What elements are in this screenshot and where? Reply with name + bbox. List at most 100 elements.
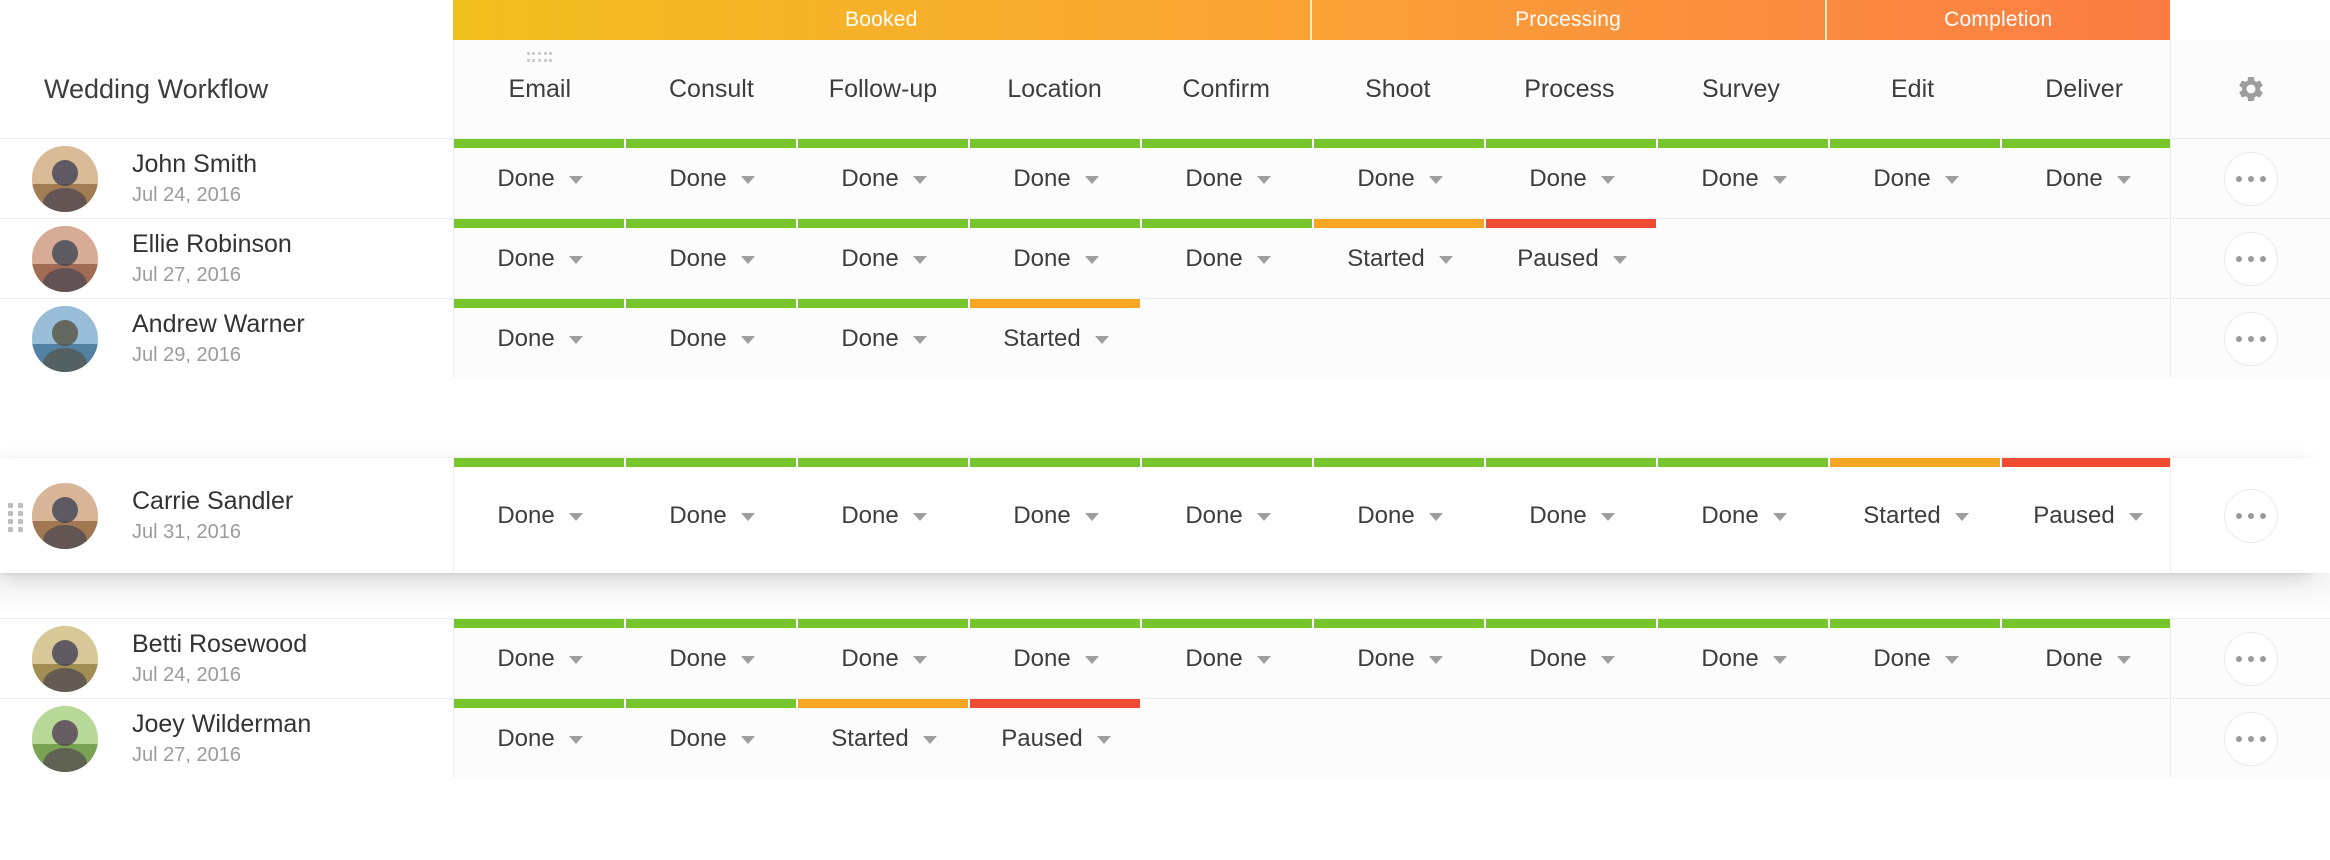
chevron-down-icon[interactable] bbox=[1096, 736, 1111, 744]
status-dropdown[interactable]: Done bbox=[626, 219, 798, 298]
ellipsis-icon[interactable] bbox=[2223, 151, 2278, 206]
status-dropdown[interactable]: Done bbox=[1314, 458, 1486, 573]
chevron-down-icon[interactable] bbox=[740, 256, 755, 264]
ellipsis-icon[interactable] bbox=[2223, 631, 2278, 686]
status-dropdown[interactable]: Done bbox=[798, 139, 970, 218]
column-header-process[interactable]: Process bbox=[1484, 40, 1656, 138]
status-dropdown[interactable]: Done bbox=[626, 139, 798, 218]
chevron-down-icon[interactable] bbox=[912, 256, 927, 264]
status-dropdown[interactable]: Done bbox=[970, 219, 1142, 298]
drag-dots-icon[interactable] bbox=[526, 52, 553, 64]
column-header-deliver[interactable]: Deliver bbox=[1998, 40, 2170, 138]
column-header-email[interactable]: Email bbox=[454, 40, 626, 138]
status-dropdown[interactable]: Done bbox=[1142, 619, 1314, 698]
chevron-down-icon[interactable] bbox=[1772, 176, 1787, 184]
status-dropdown[interactable]: Paused bbox=[2002, 458, 2174, 573]
status-dropdown[interactable]: Done bbox=[454, 619, 626, 698]
status-dropdown[interactable]: Done bbox=[1314, 619, 1486, 698]
column-header-survey[interactable]: Survey bbox=[1655, 40, 1827, 138]
chevron-down-icon[interactable] bbox=[1084, 513, 1099, 521]
status-dropdown[interactable]: Done bbox=[1486, 139, 1658, 218]
status-dropdown[interactable]: Done bbox=[2002, 139, 2174, 218]
chevron-down-icon[interactable] bbox=[2116, 176, 2131, 184]
status-dropdown[interactable]: Done bbox=[798, 619, 970, 698]
status-dropdown[interactable]: Done bbox=[454, 219, 626, 298]
chevron-down-icon[interactable] bbox=[912, 513, 927, 521]
chevron-down-icon[interactable] bbox=[568, 656, 583, 664]
chevron-down-icon[interactable] bbox=[740, 656, 755, 664]
gear-icon[interactable] bbox=[2236, 74, 2266, 104]
ellipsis-icon[interactable] bbox=[2223, 311, 2278, 366]
chevron-down-icon[interactable] bbox=[740, 176, 755, 184]
chevron-down-icon[interactable] bbox=[1944, 176, 1959, 184]
status-dropdown[interactable]: Done bbox=[1486, 458, 1658, 573]
chevron-down-icon[interactable] bbox=[740, 336, 755, 344]
table-row-dragging[interactable]: Carrie Sandler Jul 31, 2016 Done Done Done Do… bbox=[0, 458, 2330, 573]
status-dropdown[interactable]: Done bbox=[970, 619, 1142, 698]
status-dropdown[interactable]: Done bbox=[1658, 458, 1830, 573]
chevron-down-icon[interactable] bbox=[1084, 656, 1099, 664]
status-dropdown[interactable]: Done bbox=[626, 619, 798, 698]
status-dropdown[interactable]: Done bbox=[1142, 458, 1314, 573]
status-dropdown[interactable]: Done bbox=[1142, 139, 1314, 218]
chevron-down-icon[interactable] bbox=[1772, 513, 1787, 521]
status-dropdown[interactable]: Done bbox=[1142, 219, 1314, 298]
chevron-down-icon[interactable] bbox=[912, 176, 927, 184]
table-row[interactable]: Andrew Warner Jul 29, 2016 Done Done Done Sta… bbox=[0, 298, 2330, 378]
chevron-down-icon[interactable] bbox=[1094, 336, 1109, 344]
status-dropdown[interactable]: Done bbox=[2002, 619, 2174, 698]
status-dropdown[interactable]: Done bbox=[1830, 619, 2002, 698]
status-dropdown[interactable]: Started bbox=[1314, 219, 1486, 298]
chevron-down-icon[interactable] bbox=[1600, 513, 1615, 521]
chevron-down-icon[interactable] bbox=[568, 176, 583, 184]
status-dropdown[interactable]: Done bbox=[1486, 619, 1658, 698]
chevron-down-icon[interactable] bbox=[1084, 176, 1099, 184]
column-header-shoot[interactable]: Shoot bbox=[1312, 40, 1484, 138]
status-dropdown[interactable]: Done bbox=[1658, 139, 1830, 218]
column-header-consult[interactable]: Consult bbox=[626, 40, 798, 138]
status-dropdown[interactable]: Paused bbox=[970, 699, 1142, 778]
ellipsis-icon[interactable] bbox=[2223, 231, 2278, 286]
column-header-confirm[interactable]: Confirm bbox=[1140, 40, 1312, 138]
chevron-down-icon[interactable] bbox=[1428, 656, 1443, 664]
column-header-location[interactable]: Location bbox=[969, 40, 1141, 138]
chevron-down-icon[interactable] bbox=[740, 513, 755, 521]
chevron-down-icon[interactable] bbox=[1772, 656, 1787, 664]
status-dropdown[interactable]: Paused bbox=[1486, 219, 1658, 298]
chevron-down-icon[interactable] bbox=[568, 256, 583, 264]
chevron-down-icon[interactable] bbox=[568, 736, 583, 744]
ellipsis-icon[interactable] bbox=[2223, 711, 2278, 766]
chevron-down-icon[interactable] bbox=[1954, 513, 1969, 521]
chevron-down-icon[interactable] bbox=[568, 513, 583, 521]
chevron-down-icon[interactable] bbox=[912, 656, 927, 664]
chevron-down-icon[interactable] bbox=[1256, 513, 1271, 521]
chevron-down-icon[interactable] bbox=[1428, 176, 1443, 184]
chevron-down-icon[interactable] bbox=[1438, 256, 1453, 264]
chevron-down-icon[interactable] bbox=[1084, 256, 1099, 264]
table-row[interactable]: Joey Wilderman Jul 27, 2016 Done Done Starte… bbox=[0, 698, 2330, 778]
status-dropdown[interactable]: Done bbox=[970, 458, 1142, 573]
chevron-down-icon[interactable] bbox=[1944, 656, 1959, 664]
status-dropdown[interactable]: Done bbox=[1314, 139, 1486, 218]
status-dropdown[interactable]: Done bbox=[454, 139, 626, 218]
status-dropdown[interactable]: Started bbox=[1830, 458, 2002, 573]
chevron-down-icon[interactable] bbox=[1256, 256, 1271, 264]
chevron-down-icon[interactable] bbox=[1600, 176, 1615, 184]
table-row[interactable]: Ellie Robinson Jul 27, 2016 Done Done Done Do… bbox=[0, 218, 2330, 298]
status-dropdown[interactable]: Done bbox=[626, 299, 798, 378]
status-dropdown[interactable]: Done bbox=[454, 458, 626, 573]
status-dropdown[interactable]: Done bbox=[798, 299, 970, 378]
chevron-down-icon[interactable] bbox=[1600, 656, 1615, 664]
chevron-down-icon[interactable] bbox=[568, 336, 583, 344]
chevron-down-icon[interactable] bbox=[912, 336, 927, 344]
status-dropdown[interactable]: Done bbox=[970, 139, 1142, 218]
column-header-edit[interactable]: Edit bbox=[1827, 40, 1999, 138]
table-row[interactable]: Betti Rosewood Jul 24, 2016 Done Done Done Do… bbox=[0, 618, 2330, 698]
status-dropdown[interactable]: Done bbox=[1658, 619, 1830, 698]
table-row[interactable]: John Smith Jul 24, 2016 Done Done Done Done Do… bbox=[0, 138, 2330, 218]
status-dropdown[interactable]: Done bbox=[454, 299, 626, 378]
chevron-down-icon[interactable] bbox=[1428, 513, 1443, 521]
status-dropdown[interactable]: Done bbox=[798, 219, 970, 298]
status-dropdown[interactable]: Done bbox=[454, 699, 626, 778]
column-header-follow-up[interactable]: Follow-up bbox=[797, 40, 969, 138]
